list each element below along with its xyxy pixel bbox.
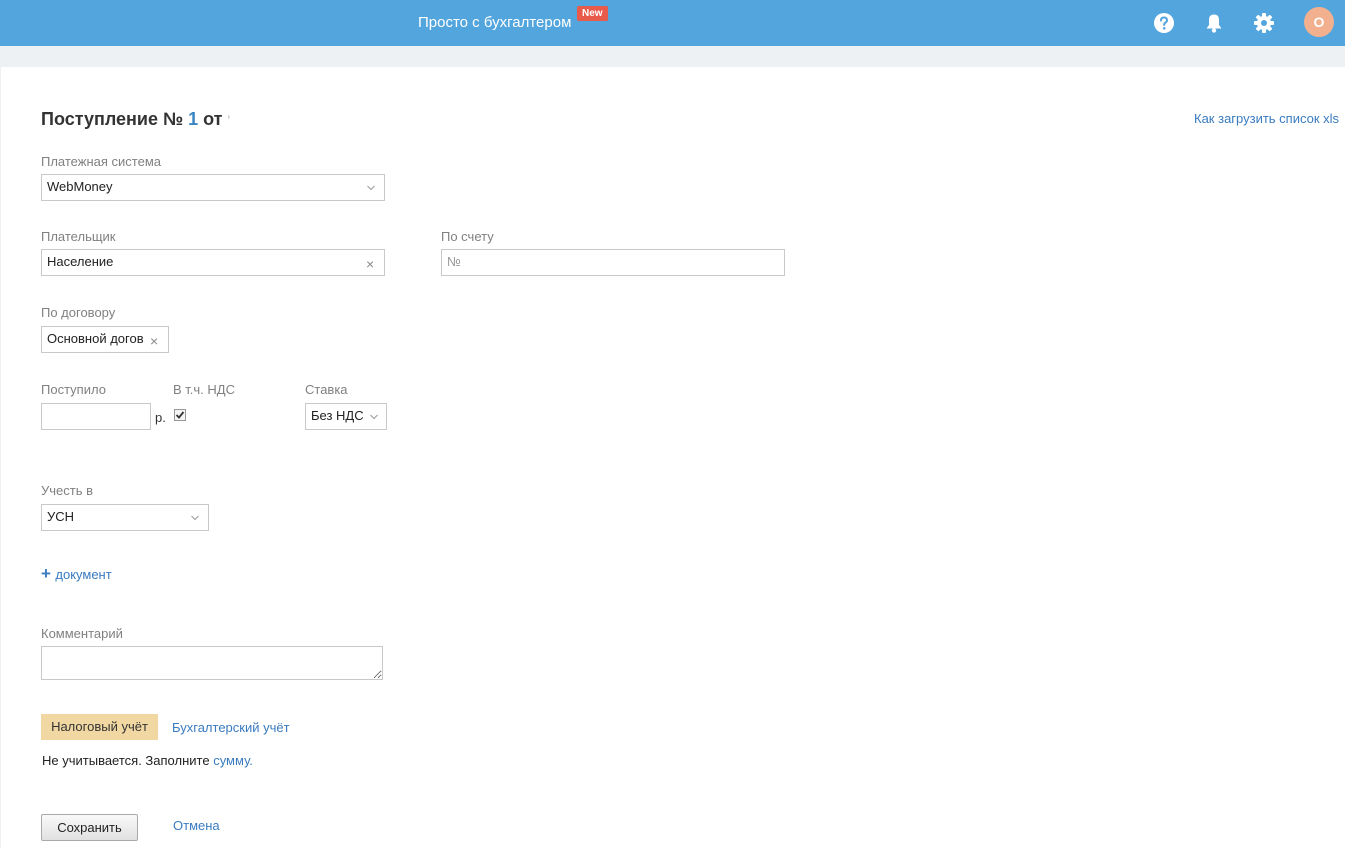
bell-icon[interactable] (1203, 12, 1225, 34)
payer-label: Плательщик (41, 229, 116, 244)
payment-system-label: Платежная система (41, 154, 161, 169)
add-document-link[interactable]: + документ (41, 564, 112, 584)
fill-amount-link[interactable]: сумму. (213, 753, 253, 768)
add-document-label: документ (55, 567, 112, 582)
title-suffix: от (203, 109, 223, 129)
payment-system-value: WebMoney (47, 179, 113, 194)
xls-help-link[interactable]: Как загрузить список xls (1194, 111, 1339, 126)
top-bar: Просто с бухгалтером New О (0, 0, 1345, 46)
gear-icon[interactable] (1253, 12, 1275, 34)
invoice-placeholder: № (447, 254, 461, 269)
clear-contract-icon[interactable]: × (150, 334, 158, 348)
account-in-value: УСН (47, 509, 75, 524)
vat-label: В т.ч. НДС (173, 382, 235, 397)
received-amount-input[interactable] (41, 403, 151, 430)
page-title: Поступление № 1 от ' (41, 109, 230, 130)
invoice-input[interactable]: № (441, 249, 785, 276)
plus-icon: + (41, 564, 51, 583)
contract-label: По договору (41, 305, 116, 320)
checkmark-icon (175, 411, 185, 419)
account-in-label: Учесть в (41, 483, 94, 498)
rate-value: Без НДС (311, 408, 364, 423)
comment-label: Комментарий (41, 626, 123, 641)
brand-link[interactable]: Просто с бухгалтером (418, 14, 571, 31)
contract-value: Основной догов (47, 331, 144, 346)
currency-label: р. (155, 410, 166, 425)
document-number[interactable]: 1 (188, 109, 198, 129)
tab-bookkeeping[interactable]: Бухгалтерский учёт (172, 720, 290, 735)
clear-payer-icon[interactable]: × (366, 257, 374, 271)
payer-value: Население (47, 254, 114, 269)
contract-field[interactable]: Основной догов × (41, 326, 169, 353)
cancel-link[interactable]: Отмена (173, 818, 220, 833)
account-in-select[interactable]: УСН (41, 504, 209, 531)
chevron-down-icon (370, 414, 378, 420)
save-button[interactable]: Сохранить (41, 814, 138, 841)
chevron-down-icon (367, 185, 375, 191)
chevron-down-icon (191, 515, 199, 521)
tab-tax-accounting[interactable]: Налоговый учёт (41, 714, 158, 740)
comment-textarea[interactable] (41, 646, 383, 680)
vat-checkbox[interactable] (174, 409, 186, 421)
invoice-label: По счету (441, 229, 494, 244)
payer-field[interactable]: Население × (41, 249, 385, 276)
help-icon[interactable] (1153, 12, 1175, 34)
date-field[interactable]: ' (228, 112, 231, 128)
payment-system-select[interactable]: WebMoney (41, 174, 385, 201)
rate-label: Ставка (305, 382, 348, 397)
received-label: Поступило (41, 382, 106, 397)
new-badge: New (577, 6, 608, 21)
tax-note-text: Не учитывается. Заполните (42, 753, 210, 768)
tax-note: Не учитывается. Заполните сумму. (42, 753, 253, 768)
user-avatar[interactable]: О (1304, 7, 1334, 37)
title-prefix: Поступление № (41, 109, 184, 129)
rate-select[interactable]: Без НДС (305, 403, 387, 430)
